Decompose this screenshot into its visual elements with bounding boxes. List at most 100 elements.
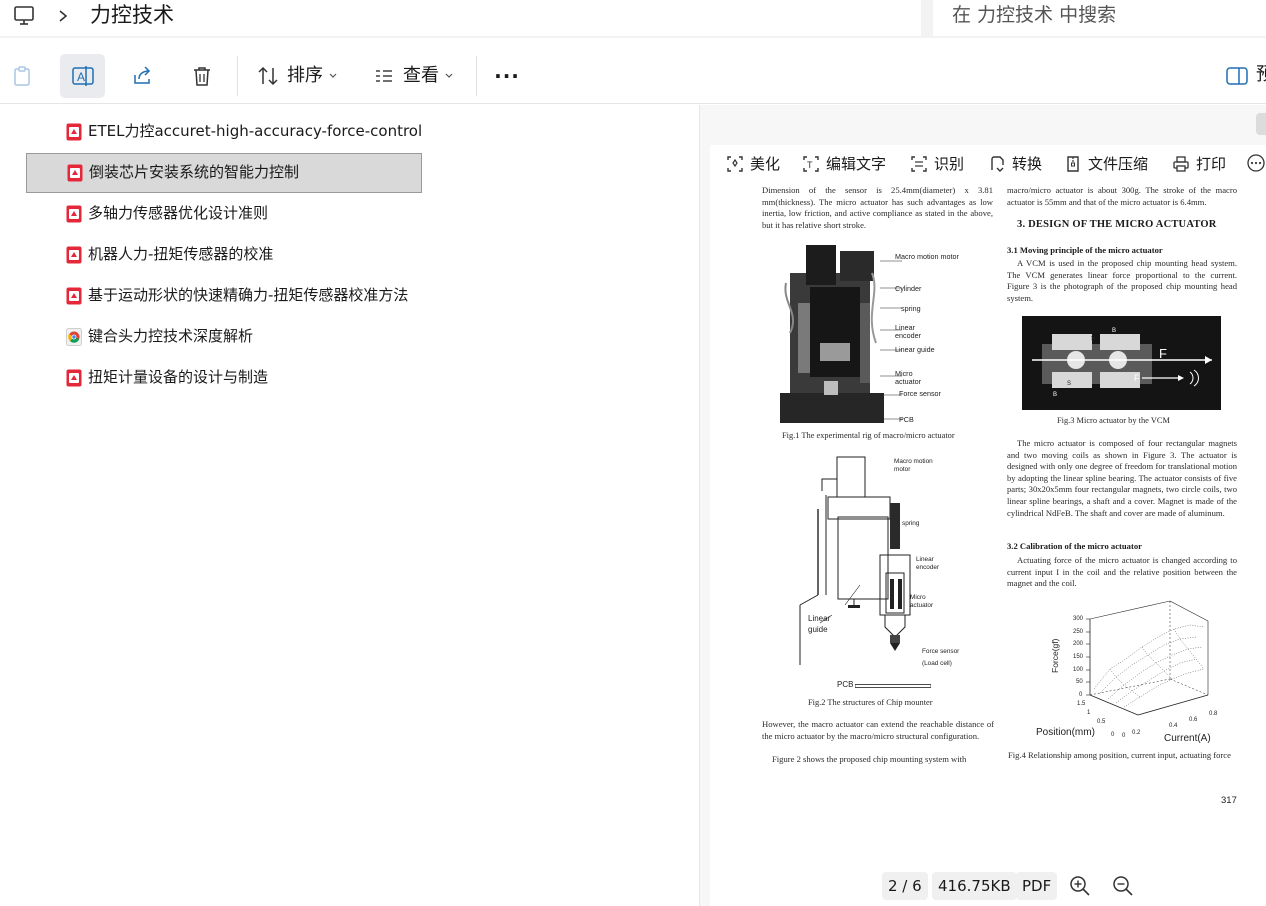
chrome-icon xyxy=(66,328,82,346)
subsection-title: 3.1 Moving principle of the micro actuat… xyxy=(1007,245,1163,255)
page-number: 317 xyxy=(1221,795,1237,806)
file-name: 键合头力控技术深度解析 xyxy=(88,327,254,345)
paste-button[interactable] xyxy=(4,54,40,98)
view-button[interactable]: 查看 xyxy=(366,54,460,98)
fig4-z-tick: 150 xyxy=(1073,654,1084,660)
fig3-letter-f: F xyxy=(1159,346,1167,361)
zoom-out-icon[interactable] xyxy=(1112,875,1134,897)
toolbar-separator xyxy=(476,56,477,96)
section-title: 3. DESIGN OF THE MICRO ACTUATOR xyxy=(1017,219,1217,230)
compress-label: 文件压缩 xyxy=(1088,155,1149,173)
printer-icon xyxy=(1173,156,1189,172)
compress-button[interactable]: 文件压缩 xyxy=(1064,154,1148,174)
ocr-icon xyxy=(911,156,927,172)
fig4-caption: Fig.4 Relationship among position, curre… xyxy=(1008,750,1231,760)
print-button[interactable]: 打印 xyxy=(1172,154,1226,174)
list-item-file[interactable]: 扭矩计量设备的设计与制造 xyxy=(26,358,422,398)
recognize-label: 识别 xyxy=(934,155,965,173)
share-button[interactable] xyxy=(122,54,162,98)
pdf-icon xyxy=(66,123,82,141)
recognize-button[interactable]: 识别 xyxy=(910,154,964,174)
fig4-y-axis-label: Current(A) xyxy=(1164,733,1211,744)
fig4-x-tick: 0 xyxy=(1111,732,1115,738)
svg-text:A: A xyxy=(77,70,85,84)
list-item-file[interactable]: 机器人力-扭矩传感器的校准 xyxy=(26,235,422,275)
edit-text-button[interactable]: T 编辑文字 xyxy=(802,154,886,174)
beautify-button[interactable]: 美化 xyxy=(726,154,780,174)
file-name: 机器人力-扭矩传感器的校准 xyxy=(88,245,274,263)
list-item-file[interactable]: 键合头力控技术深度解析 xyxy=(26,317,422,357)
fig1-label-linear-encoder: Linear encoder xyxy=(895,323,921,340)
pdf-paragraph: The micro actuator is composed of four r… xyxy=(1007,438,1237,518)
convert-button[interactable]: 转换 xyxy=(988,154,1042,174)
fig4-x-tick: 1.5 xyxy=(1077,701,1086,707)
pdf-paragraph: Dimension of the sensor is 25.4mm(diamet… xyxy=(762,185,993,230)
svg-text:T: T xyxy=(807,160,813,170)
search-input[interactable]: 在 力控技术 中搜索 xyxy=(933,0,1266,36)
sort-button[interactable]: 排序 xyxy=(250,54,344,98)
fig4-z-tick: 50 xyxy=(1076,679,1083,685)
pdf-page[interactable]: Dimension of the sensor is 25.4mm(diamet… xyxy=(710,183,1266,857)
address-bar[interactable]: 力控技术 xyxy=(0,0,921,36)
fig4-y-tick: 0.2 xyxy=(1132,730,1141,736)
this-pc-icon[interactable] xyxy=(13,5,35,27)
fig4-x-axis-label: Position(mm) xyxy=(1036,727,1095,738)
file-name: ETEL力控accuret-high-accuracy-force-contro… xyxy=(88,122,423,140)
fig3-letter-b: B xyxy=(1053,392,1058,398)
fig2-label-linear-encoder: Linear encoder xyxy=(916,556,940,571)
edit-text-label: 编辑文字 xyxy=(826,155,887,173)
page-indicator[interactable]: 2 / 6 xyxy=(882,872,928,900)
fig4-z-tick: 100 xyxy=(1073,667,1084,673)
subsection-title: 3.2 Calibration of the micro actuator xyxy=(1007,541,1142,551)
list-item-file[interactable]: 多轴力传感器优化设计准则 xyxy=(26,194,422,234)
sort-icon xyxy=(258,66,278,86)
more-options-button[interactable]: ··· xyxy=(488,54,526,98)
delete-button[interactable] xyxy=(182,54,222,98)
breadcrumb-current[interactable]: 力控技术 xyxy=(90,1,174,29)
pdf-paragraph: Actuating force of the micro actuator is… xyxy=(1007,555,1237,589)
fig4-z-tick: 250 xyxy=(1073,629,1084,635)
fig1-label-linear-guide: Linear guide xyxy=(895,345,935,354)
fig4-y-tick: 0.6 xyxy=(1189,717,1198,723)
convert-icon xyxy=(991,156,1004,172)
preview-label[interactable]: 预 xyxy=(1256,64,1266,86)
preview-scroll-knob[interactable] xyxy=(1256,113,1266,135)
list-item-file-selected[interactable]: 倒装芯片安装系统的智能力控制 xyxy=(26,153,422,193)
preview-pane-icon[interactable] xyxy=(1226,66,1248,86)
fig2-drawing xyxy=(799,456,911,665)
share-icon xyxy=(134,66,151,84)
view-label: 查看 xyxy=(403,65,439,86)
view-list-icon xyxy=(376,70,392,82)
search-placeholder: 在 力控技术 中搜索 xyxy=(952,4,1117,26)
fig2-label-linear-guide: Linear guide xyxy=(808,614,831,634)
list-item-file[interactable]: 基于运动形状的快速精确力-扭矩传感器校准方法 xyxy=(26,276,422,316)
pdf-icon xyxy=(66,246,82,264)
sort-label: 排序 xyxy=(287,65,323,86)
fig4-x-tick: 0.5 xyxy=(1097,719,1106,725)
zoom-in-icon[interactable] xyxy=(1069,875,1091,897)
file-name: 扭矩计量设备的设计与制造 xyxy=(88,368,269,386)
file-name: 多轴力传感器优化设计准则 xyxy=(88,204,269,222)
rename-button[interactable]: A xyxy=(60,54,105,98)
fig1-label-cylinder: Cylinder xyxy=(895,284,922,293)
file-list: ETEL力控accuret-high-accuracy-force-contro… xyxy=(0,105,699,906)
pdf-icon xyxy=(66,287,82,305)
chevron-right-icon[interactable] xyxy=(56,5,70,27)
pdf-icon xyxy=(66,369,82,387)
fig4-z-tick: 0 xyxy=(1079,692,1083,698)
pdf-toolbar: 美化 T 编辑文字 识别 转换 文件压缩 打印 xyxy=(710,145,1266,183)
fig1-label-micro-actuator: Micro actuator xyxy=(895,369,921,386)
fig4-y-tick: 0 xyxy=(1122,733,1126,739)
pdf-paragraph: Figure 2 shows the proposed chip mountin… xyxy=(772,754,967,764)
fig1-label-force-sensor: Force sensor xyxy=(899,389,941,398)
fig2-label-pcb: PCB xyxy=(837,680,854,689)
preview-pane: 美化 T 编辑文字 识别 转换 文件压缩 打印 Dimension of the… xyxy=(700,105,1266,906)
rename-icon: A xyxy=(71,66,94,86)
more-tools-button[interactable] xyxy=(1247,154,1265,172)
chevron-down-icon xyxy=(445,73,453,78)
fig4-y-tick: 0.8 xyxy=(1209,711,1218,717)
pdf-icon xyxy=(66,205,82,223)
list-item-file[interactable]: ETEL力控accuret-high-accuracy-force-contro… xyxy=(26,112,422,152)
convert-label: 转换 xyxy=(1012,155,1043,173)
trash-icon xyxy=(194,67,210,86)
